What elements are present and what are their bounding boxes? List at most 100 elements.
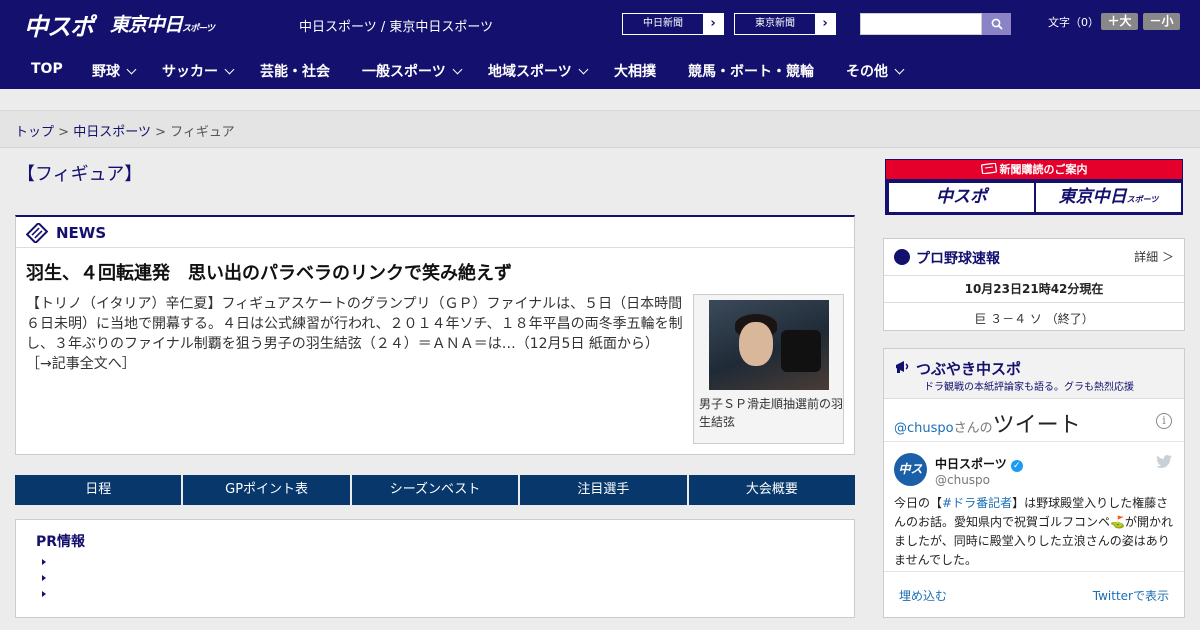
chevron-down-icon [452,64,463,75]
tab-schedule[interactable]: 日程 [15,475,182,505]
twitter-box: つぶやき中スポ ドラ観戦の本紙評論家も語る。グラも熱烈応援 @chuspoさんの… [883,348,1185,618]
pro-baseball-time: 10月23日21時42分現在 [884,275,1184,297]
pro-baseball-detail-link[interactable]: 詳細 ＞ [1134,248,1174,265]
subscription-logo-chuspo[interactable]: 中スポ [889,183,1034,212]
tweet-user-name[interactable]: 中日スポーツ ✓ [935,455,1023,472]
twitter-bird-icon[interactable] [1156,455,1172,468]
chevron-down-icon [894,64,905,75]
nav-label: 野球 [92,64,120,80]
nav-label: 地域スポーツ [488,64,572,80]
subscription-title: 新聞購読のご案内 [886,160,1182,179]
view-on-twitter-link[interactable]: Twitterで表示 [1093,587,1169,604]
handle-suffix: さんの [953,421,993,436]
tweet-text-pre: 今日の【 [894,496,943,510]
tweet-text: 今日の【#ドラ番記者】は野球殿堂入りした権藤さんのお話。愛知県内で祝賀ゴルフコン… [894,494,1176,570]
breadcrumb-chunichi-sports[interactable]: 中日スポーツ [73,125,151,140]
nav-item-entertainment[interactable]: 芸能・社会 [260,61,330,81]
nav-item-top[interactable]: TOP [31,61,63,77]
chunichi-shimbun-label: 中日新聞 [643,18,683,29]
ticket-icon [980,162,997,175]
pro-baseball-box: プロ野球速報 詳細 ＞ 10月23日21時42分現在 巨 ３－４ ソ （終了） [883,238,1185,331]
search-button[interactable] [982,13,1011,35]
pr-box: PR情報 [15,519,855,618]
top-header: 中スポ 東京中日スポーツ 中日スポーツ / 東京中日スポーツ 中日新聞 › 東京… [0,0,1200,48]
embed-link[interactable]: 埋め込む [899,587,947,604]
tab-featured-skaters[interactable]: 注目選手 [520,475,687,505]
tokyo-chunichi-logo[interactable]: 東京中日スポーツ [110,10,215,37]
chevron-down-icon [126,64,137,75]
nav-item-baseball[interactable]: 野球 [92,61,137,81]
tab-event-overview[interactable]: 大会概要 [688,475,856,505]
news-photo[interactable] [709,300,829,390]
nav-label: サッカー [162,64,218,80]
tab-gp-points[interactable]: GPポイント表 [183,475,350,505]
news-body: 【トリノ（イタリア）辛仁夏】フィギュアスケートのグランプリ（ＧＰ）ファイナルは、… [26,294,686,374]
subscription-title-text: 新聞購読のご案内 [999,163,1088,176]
photo-caption: 男子ＳＰ滑走順抽選前の羽生結弦 [699,397,844,429]
subscription-logo-tokyo[interactable]: 東京中日スポーツ [1036,183,1181,212]
font-smaller-button[interactable]: －小 [1143,13,1180,30]
news-photo-box: 男子ＳＰ滑走順抽選前の羽生結弦 [693,294,844,444]
nav-item-other[interactable]: その他 [846,61,905,81]
breadcrumb-current: フィギュア [170,125,235,140]
nav-label: 芸能・社会 [260,64,330,80]
tab-season-best[interactable]: シーズンベスト [351,475,519,505]
chevron-down-icon [224,64,235,75]
twitter-title: つぶやき中スポ [916,360,1022,378]
nav-item-racing[interactable]: 競馬・ボート・競輪 [688,61,814,81]
hashtag-link[interactable]: #ドラ番記者 [942,496,1012,510]
photo-camera [781,330,821,372]
breadcrumb-top[interactable]: トップ [15,125,54,140]
pr-title: PR情報 [36,534,86,550]
page-title: 【フィギュア】 [17,164,143,185]
subscription-banner[interactable]: 新聞購読のご案内 中スポ 東京中日スポーツ [885,159,1183,215]
user-name-text: 中日スポーツ [935,457,1007,471]
nav-label: TOP [31,61,63,77]
news-box: NEWS 羽生、４回転連発 思い出のパラベラのリンクで笑み絶えず 【トリノ（イタ… [15,215,855,455]
megaphone-icon [896,361,909,373]
bullet-arrow-icon[interactable] [42,559,46,565]
search-icon [991,18,1003,30]
nav-label: その他 [846,64,888,80]
twitter-footer: 埋め込む Twitterで表示 [884,571,1184,618]
avatar[interactable]: 中スポ [894,453,927,509]
pro-baseball-score[interactable]: 巨 ３－４ ソ （終了） [884,302,1184,331]
verified-badge-icon: ✓ [1010,460,1023,472]
breadcrumb: トップ > 中日スポーツ > フィギュア [15,121,235,140]
info-icon[interactable]: i [1156,413,1172,429]
newspaper-icon [26,223,48,243]
tokyo-shimbun-button[interactable]: 東京新聞 › [734,13,836,35]
bullet-arrow-icon[interactable] [42,575,46,581]
figure-tabs: 日程 GPポイント表 シーズンベスト 注目選手 大会概要 [15,475,856,505]
site-title: 中日スポーツ / 東京中日スポーツ [299,20,494,35]
twitter-header: つぶやき中スポ ドラ観戦の本紙評論家も語る。グラも熱烈応援 [884,349,1184,399]
tweet-user-handle[interactable]: @chuspo [935,473,990,487]
tokyo-logo-text: 東京中日 [110,14,183,36]
pro-baseball-title: プロ野球速報 [916,251,1000,267]
chuspo-logo[interactable]: 中スポ [24,7,94,42]
news-headline[interactable]: 羽生、４回転連発 思い出のパラベラのリンクで笑み絶えず [26,259,512,285]
news-body-text: 【トリノ（イタリア）辛仁夏】フィギュアスケートのグランプリ（ＧＰ）ファイナルは、… [26,296,683,352]
chevron-down-icon [578,64,589,75]
nav-item-general-sports[interactable]: 一般スポーツ [362,61,463,81]
baseball-icon [894,249,910,265]
nav-label: 一般スポーツ [362,64,446,80]
search-input[interactable] [860,13,982,35]
twitter-subtitle: ドラ観戦の本紙評論家も語る。グラも熱烈応援 [924,382,1134,393]
read-more-link[interactable]: ［→記事全文へ］ [26,356,136,372]
tweets-word: ツイート [992,413,1081,438]
nav-item-soccer[interactable]: サッカー [162,61,235,81]
twitter-handle-link[interactable]: @chuspo [894,421,954,436]
nav-label: 競馬・ボート・競輪 [688,64,814,80]
bullet-arrow-icon[interactable] [42,591,46,597]
font-larger-button[interactable]: ＋大 [1101,13,1138,30]
sub-tokyo-small: スポーツ [1126,195,1159,204]
nav-item-sumo[interactable]: 大相撲 [614,61,656,81]
chevron-right-icon: › [815,14,835,34]
breadcrumb-separator: > [58,125,70,140]
nav-item-local-sports[interactable]: 地域スポーツ [488,61,589,81]
chunichi-shimbun-button[interactable]: 中日新聞 › [622,13,724,35]
tokyo-logo-small: スポーツ [182,24,215,34]
sub-tokyo-text: 東京中日 [1058,187,1127,207]
breadcrumb-separator: > [155,125,166,140]
